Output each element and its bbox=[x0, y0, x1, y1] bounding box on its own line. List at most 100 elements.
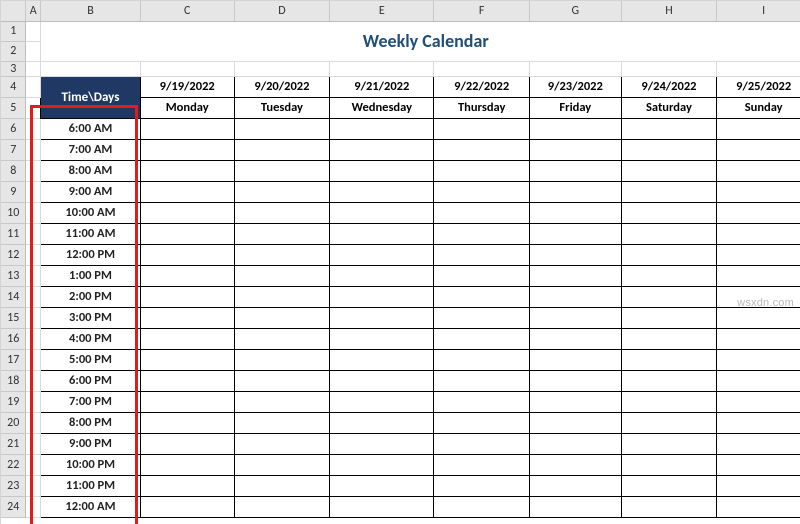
cal-cell[interactable] bbox=[234, 454, 330, 475]
title-cell[interactable]: Weekly Calendar bbox=[41, 21, 800, 61]
cal-cell[interactable] bbox=[330, 286, 434, 307]
cal-cell[interactable] bbox=[434, 433, 530, 454]
cal-cell[interactable] bbox=[530, 160, 622, 181]
col-header-F[interactable]: F bbox=[434, 1, 530, 21]
cal-cell[interactable] bbox=[234, 202, 330, 223]
time-cell-12[interactable]: 6:00 PM bbox=[41, 370, 141, 391]
cal-cell[interactable] bbox=[717, 202, 800, 223]
cal-cell[interactable] bbox=[717, 139, 800, 160]
cal-cell[interactable] bbox=[717, 454, 800, 475]
row-header-10[interactable]: 10 bbox=[1, 202, 26, 223]
cal-cell[interactable] bbox=[140, 118, 234, 139]
cell-A6[interactable] bbox=[26, 118, 41, 139]
cal-cell[interactable] bbox=[234, 391, 330, 412]
cal-cell[interactable] bbox=[234, 118, 330, 139]
cal-cell[interactable] bbox=[717, 307, 800, 328]
cal-cell[interactable] bbox=[717, 412, 800, 433]
time-cell-6[interactable]: 12:00 PM bbox=[41, 244, 141, 265]
cell-A16[interactable] bbox=[26, 328, 41, 349]
cal-cell[interactable] bbox=[530, 118, 622, 139]
cal-cell[interactable] bbox=[717, 181, 800, 202]
cal-cell[interactable] bbox=[434, 370, 530, 391]
cal-cell[interactable] bbox=[621, 265, 717, 286]
col-header-G[interactable]: G bbox=[530, 1, 622, 21]
cell-H3[interactable] bbox=[621, 61, 717, 76]
cell-I3[interactable] bbox=[717, 61, 800, 76]
row-header-3[interactable]: 3 bbox=[1, 61, 26, 76]
cal-cell[interactable] bbox=[140, 160, 234, 181]
cal-cell[interactable] bbox=[434, 454, 530, 475]
cal-cell[interactable] bbox=[330, 139, 434, 160]
date-header-1[interactable]: 9/20/2022 bbox=[234, 76, 330, 97]
col-header-B[interactable]: B bbox=[41, 1, 141, 21]
cal-cell[interactable] bbox=[330, 391, 434, 412]
date-header-0[interactable]: 9/19/2022 bbox=[140, 76, 234, 97]
cal-cell[interactable] bbox=[234, 496, 330, 517]
time-cell-15[interactable]: 9:00 PM bbox=[41, 433, 141, 454]
cal-cell[interactable] bbox=[530, 265, 622, 286]
cell-A2[interactable] bbox=[26, 41, 41, 61]
cal-cell[interactable] bbox=[717, 328, 800, 349]
cal-cell[interactable] bbox=[330, 370, 434, 391]
cal-cell[interactable] bbox=[434, 307, 530, 328]
cal-cell[interactable] bbox=[530, 475, 622, 496]
cal-cell[interactable] bbox=[621, 202, 717, 223]
row-header-4[interactable]: 4 bbox=[1, 76, 26, 97]
cal-cell[interactable] bbox=[434, 139, 530, 160]
col-header-E[interactable]: E bbox=[330, 1, 434, 21]
cell-A20[interactable] bbox=[26, 412, 41, 433]
cal-cell[interactable] bbox=[434, 328, 530, 349]
date-header-3[interactable]: 9/22/2022 bbox=[434, 76, 530, 97]
cal-cell[interactable] bbox=[434, 496, 530, 517]
cal-cell[interactable] bbox=[330, 244, 434, 265]
cal-cell[interactable] bbox=[621, 349, 717, 370]
cal-cell[interactable] bbox=[330, 202, 434, 223]
cal-cell[interactable] bbox=[621, 328, 717, 349]
cell-A17[interactable] bbox=[26, 349, 41, 370]
row-header-17[interactable]: 17 bbox=[1, 349, 26, 370]
cal-cell[interactable] bbox=[234, 328, 330, 349]
row-header-6[interactable]: 6 bbox=[1, 118, 26, 139]
row-header-2[interactable]: 2 bbox=[1, 41, 26, 61]
cell-B3[interactable] bbox=[41, 61, 141, 76]
cal-cell[interactable] bbox=[530, 412, 622, 433]
time-cell-1[interactable]: 7:00 AM bbox=[41, 139, 141, 160]
cal-cell[interactable] bbox=[330, 328, 434, 349]
cal-cell[interactable] bbox=[140, 286, 234, 307]
col-header-C[interactable]: C bbox=[140, 1, 234, 21]
cal-cell[interactable] bbox=[234, 244, 330, 265]
cal-cell[interactable] bbox=[434, 286, 530, 307]
cell-A11[interactable] bbox=[26, 223, 41, 244]
time-cell-5[interactable]: 11:00 AM bbox=[41, 223, 141, 244]
time-cell-10[interactable]: 4:00 PM bbox=[41, 328, 141, 349]
time-cell-17[interactable]: 11:00 PM bbox=[41, 475, 141, 496]
cell-A3[interactable] bbox=[26, 61, 41, 76]
cal-cell[interactable] bbox=[530, 370, 622, 391]
time-cell-4[interactable]: 10:00 AM bbox=[41, 202, 141, 223]
cal-cell[interactable] bbox=[140, 349, 234, 370]
cal-cell[interactable] bbox=[621, 286, 717, 307]
cal-cell[interactable] bbox=[621, 475, 717, 496]
row-header-15[interactable]: 15 bbox=[1, 307, 26, 328]
cal-cell[interactable] bbox=[717, 496, 800, 517]
row-header-8[interactable]: 8 bbox=[1, 160, 26, 181]
cal-cell[interactable] bbox=[621, 139, 717, 160]
cal-cell[interactable] bbox=[140, 244, 234, 265]
cell-A12[interactable] bbox=[26, 244, 41, 265]
cal-cell[interactable] bbox=[621, 307, 717, 328]
cal-cell[interactable] bbox=[717, 475, 800, 496]
row-header-12[interactable]: 12 bbox=[1, 244, 26, 265]
cal-cell[interactable] bbox=[434, 475, 530, 496]
date-header-6[interactable]: 9/25/2022 bbox=[717, 76, 800, 97]
cal-cell[interactable] bbox=[330, 181, 434, 202]
cal-cell[interactable] bbox=[140, 391, 234, 412]
row-header-24[interactable]: 24 bbox=[1, 496, 26, 517]
cal-cell[interactable] bbox=[234, 433, 330, 454]
cell-A22[interactable] bbox=[26, 454, 41, 475]
cal-cell[interactable] bbox=[330, 307, 434, 328]
cal-cell[interactable] bbox=[330, 265, 434, 286]
cell-A13[interactable] bbox=[26, 265, 41, 286]
cal-cell[interactable] bbox=[717, 433, 800, 454]
cal-cell[interactable] bbox=[330, 412, 434, 433]
cal-cell[interactable] bbox=[530, 139, 622, 160]
